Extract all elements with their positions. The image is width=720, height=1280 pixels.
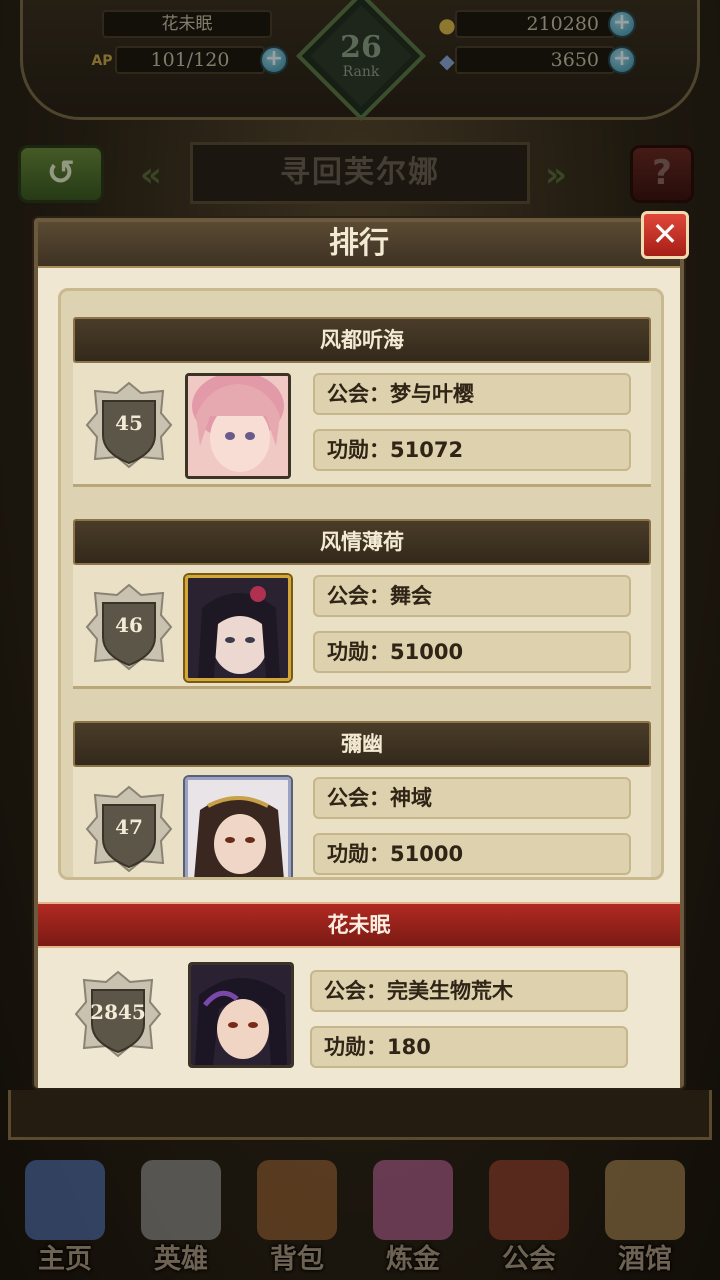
ranking-entry[interactable]: 风都听海 45 公会：梦与叶樱 功勋：51072 bbox=[73, 317, 651, 489]
nav-label: 主页 bbox=[38, 1244, 92, 1275]
nav-item-tavern[interactable]: 酒馆 bbox=[590, 1145, 700, 1280]
entry-body: 45 公会：梦与叶樱 功勋：51072 bbox=[73, 363, 651, 487]
merit-field: 功勋：51072 bbox=[313, 429, 631, 471]
entry-player-name: 彌幽 bbox=[73, 721, 651, 767]
my-avatar[interactable] bbox=[188, 962, 294, 1068]
entry-body: 47 公会：神域 功勋：51000 bbox=[73, 767, 651, 877]
rank-crest-icon: 47 bbox=[81, 783, 177, 875]
my-merit-field: 功勋：180 bbox=[310, 1026, 628, 1068]
ranking-entry[interactable]: 风情薄荷 46 公会：舞会 功勋：51000 bbox=[73, 519, 651, 691]
entry-body: 46 公会：舞会 功勋：51000 bbox=[73, 565, 651, 689]
my-player-name: 花未眠 bbox=[38, 902, 680, 948]
avatar[interactable] bbox=[185, 575, 291, 681]
merit-field: 功勋：51000 bbox=[313, 631, 631, 673]
entry-player-name: 风情薄荷 bbox=[73, 519, 651, 565]
my-rank-number: 2845 bbox=[90, 1000, 146, 1024]
ranking-list[interactable]: 风都听海 45 公会：梦与叶樱 功勋：51072 风情薄荷 46 公会：舞会 功… bbox=[58, 288, 664, 880]
potion-icon bbox=[373, 1160, 453, 1240]
beer-mug-icon bbox=[605, 1160, 685, 1240]
backpack-icon bbox=[257, 1160, 337, 1240]
ranking-popup: 排行 风都听海 45 公会：梦与叶樱 功勋：51072 风情薄荷 46 公会：舞… bbox=[34, 218, 684, 1088]
rank-number: 46 bbox=[115, 613, 143, 637]
nav-item-guild[interactable]: 公会 bbox=[474, 1145, 584, 1280]
my-guild-field: 公会：完美生物荒木 bbox=[310, 970, 628, 1012]
close-button[interactable]: ✕ bbox=[641, 211, 689, 259]
panel-frame-bottom bbox=[8, 1090, 712, 1140]
knight-helmet-icon bbox=[141, 1160, 221, 1240]
merit-field: 功勋：51000 bbox=[313, 833, 631, 875]
nav-label: 英雄 bbox=[154, 1244, 208, 1275]
rank-crest-icon: 2845 bbox=[70, 968, 166, 1060]
popup-title: 排行 bbox=[38, 222, 680, 268]
nav-label: 公会 bbox=[502, 1244, 556, 1275]
nav-item-heroes[interactable]: 英雄 bbox=[126, 1145, 236, 1280]
rank-number: 47 bbox=[115, 815, 143, 839]
bottom-nav: 主页 英雄 背包 炼金 公会 酒馆 bbox=[0, 1145, 720, 1280]
guild-field: 公会：梦与叶樱 bbox=[313, 373, 631, 415]
nav-label: 炼金 bbox=[386, 1244, 440, 1275]
nav-label: 背包 bbox=[270, 1244, 324, 1275]
nav-item-alchemy[interactable]: 炼金 bbox=[358, 1145, 468, 1280]
rank-crest-icon: 45 bbox=[81, 379, 177, 471]
rank-crest-icon: 46 bbox=[81, 581, 177, 673]
close-icon: ✕ bbox=[651, 215, 679, 253]
guild-shield-icon bbox=[489, 1160, 569, 1240]
entry-player-name: 风都听海 bbox=[73, 317, 651, 363]
nav-label: 酒馆 bbox=[618, 1244, 672, 1275]
my-ranking-entry: 2845 公会：完美生物荒木 功勋：180 bbox=[38, 948, 680, 1088]
avatar[interactable] bbox=[185, 373, 291, 479]
ranking-entry[interactable]: 彌幽 47 公会：神域 功勋：51000 bbox=[73, 721, 651, 877]
rank-number: 45 bbox=[115, 411, 143, 435]
nav-item-backpack[interactable]: 背包 bbox=[242, 1145, 352, 1280]
nav-item-home[interactable]: 主页 bbox=[10, 1145, 120, 1280]
guild-field: 公会：舞会 bbox=[313, 575, 631, 617]
castle-icon bbox=[25, 1160, 105, 1240]
guild-field: 公会：神域 bbox=[313, 777, 631, 819]
avatar[interactable] bbox=[185, 777, 291, 877]
